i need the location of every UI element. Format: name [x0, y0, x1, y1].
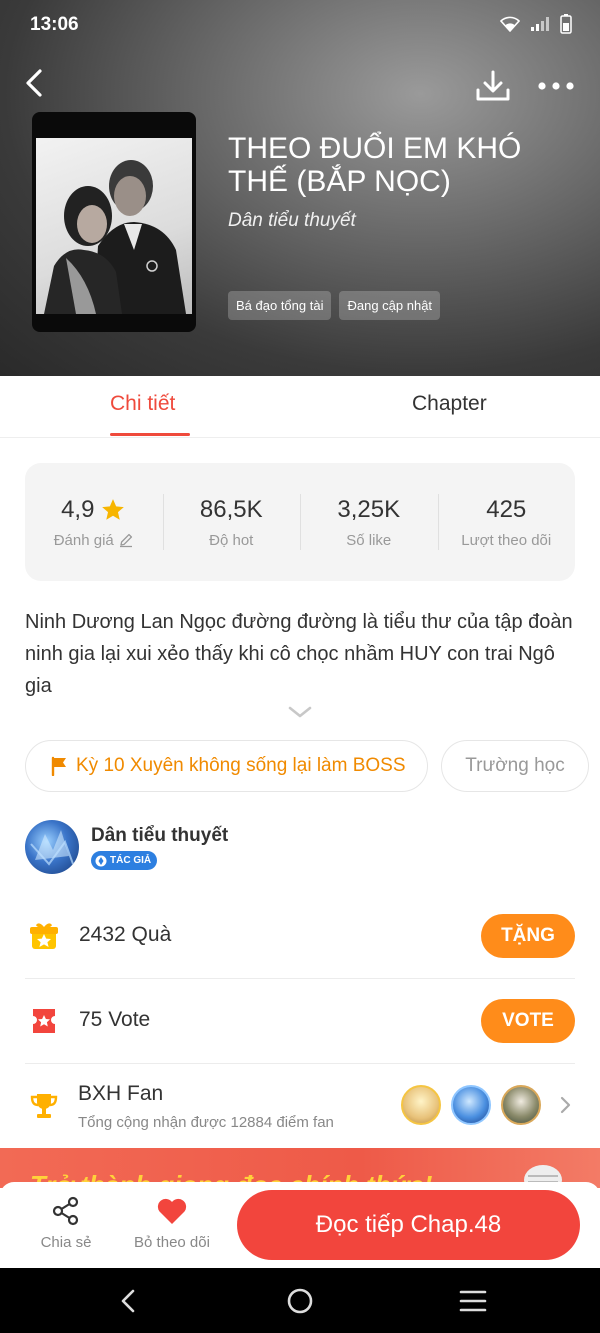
battery-icon [560, 14, 572, 34]
fan-avatar [501, 1085, 541, 1125]
stat-follows: 425 Lượt theo dõi [437, 463, 576, 581]
unfollow-button[interactable]: Bỏ theo dõi [128, 1196, 216, 1251]
stat-likes: 3,25K Số like [300, 463, 438, 581]
unfollow-label: Bỏ theo dõi [134, 1234, 210, 1251]
rating-value: 4,9 [61, 495, 95, 523]
vote-ticket-icon [33, 1009, 55, 1033]
detail-tabs: Chi tiết Chapter [0, 376, 600, 438]
hot-value: 86,5K [199, 495, 263, 523]
school-chip[interactable]: Trường học [441, 740, 589, 792]
tab-detail[interactable]: Chi tiết [110, 392, 175, 416]
expand-chevron-icon[interactable] [286, 702, 314, 722]
rating-label: Đánh giá [53, 531, 114, 549]
genre-tags: Bá đạo tổng tài Đang cập nhật [228, 291, 441, 320]
book-title: THEO ĐUỔI EM KHÓ THẾ (BẮP NỌC) [228, 132, 522, 198]
active-tab-indicator [110, 433, 190, 436]
event-chip[interactable]: Kỳ 10 Xuyên không sống lại làm BOSS [25, 740, 428, 792]
gift-box-icon [30, 923, 58, 949]
status-bar: 13:06 [0, 0, 600, 52]
nav-back-icon[interactable] [114, 1286, 144, 1316]
author-badge: TÁC GIẢ [91, 851, 158, 870]
back-arrow-icon[interactable] [20, 66, 52, 100]
author-section[interactable]: Dân tiểu thuyết TÁC GIẢ [25, 820, 575, 876]
nav-home-icon[interactable] [285, 1286, 315, 1316]
bottom-action-bar: Chia sẻ Bỏ theo dõi Đọc tiếp Chap.48 [0, 1182, 600, 1268]
system-nav-bar [0, 1268, 600, 1333]
download-icon[interactable] [474, 68, 512, 104]
cover-image [36, 138, 192, 314]
trophy-icon [30, 1094, 58, 1118]
status-icons [500, 14, 572, 34]
follows-label: Lượt theo dõi [461, 531, 552, 549]
star-icon [102, 498, 125, 520]
vote-count: 75 Vote [79, 1008, 151, 1031]
book-description: Ninh Dương Lan Ngọc đường đường là tiểu … [25, 611, 573, 697]
stat-hot: 86,5K Độ hot [162, 463, 301, 581]
signal-icon [531, 17, 549, 31]
gift-count: 2432 Quà [79, 923, 172, 946]
stat-rating[interactable]: 4,9 Đánh giá [25, 463, 163, 581]
fan-ranking-title: BXH Fan [78, 1082, 164, 1105]
edit-pencil-icon[interactable] [118, 532, 134, 548]
top-fan-avatars[interactable] [401, 1083, 551, 1127]
book-cover[interactable] [32, 112, 196, 332]
vote-row: 75 Vote VOTE [25, 978, 575, 1064]
book-author[interactable]: Dân tiểu thuyết [228, 210, 356, 232]
genre-tag[interactable]: Bá đạo tổng tài [228, 291, 332, 320]
wifi-icon [500, 16, 520, 32]
more-dots-icon[interactable] [536, 74, 576, 98]
heart-icon [157, 1198, 187, 1224]
give-gift-button[interactable]: TẶNG [481, 914, 575, 958]
stats-card: 4,9 Đánh giá 86,5K Độ hot 3,25K Số like … [25, 463, 575, 581]
author-badge-icon [95, 855, 107, 866]
follows-value: 425 [486, 495, 527, 523]
chevron-right-icon[interactable] [559, 1094, 573, 1116]
hot-label: Độ hot [209, 531, 254, 549]
share-button[interactable]: Chia sẻ [36, 1196, 96, 1251]
book-header: 13:06 THEO ĐUỔI EM KHÓ THẾ (BẮP NỌC) Dân… [0, 0, 600, 376]
event-chip-label: Kỳ 10 Xuyên không sống lại làm BOSS [76, 755, 406, 776]
fan-avatar [451, 1085, 491, 1125]
share-icon [52, 1196, 79, 1226]
fan-avatar [401, 1085, 441, 1125]
author-name[interactable]: Dân tiểu thuyết [91, 825, 228, 847]
school-chip-label: Trường học [465, 755, 565, 776]
fan-points-subtitle: Tổng cộng nhận được 12884 điểm fan [78, 1114, 334, 1131]
status-tag: Đang cập nhật [339, 291, 441, 320]
likes-label: Số like [346, 531, 392, 549]
continue-reading-button[interactable]: Đọc tiếp Chap.48 [237, 1190, 580, 1260]
flag-icon [51, 756, 66, 776]
tab-chapter[interactable]: Chapter [412, 392, 487, 416]
nav-menu-icon[interactable] [458, 1286, 488, 1316]
gift-row: 2432 Quà TẶNG [25, 893, 575, 979]
status-time: 13:06 [30, 14, 79, 35]
fan-ranking-row[interactable]: BXH Fan Tổng cộng nhận được 12884 điểm f… [25, 1063, 575, 1149]
author-badge-label: TÁC GIẢ [110, 855, 152, 866]
vote-button[interactable]: VOTE [481, 999, 575, 1043]
likes-value: 3,25K [337, 495, 401, 523]
author-avatar[interactable] [25, 820, 79, 874]
share-label: Chia sẻ [40, 1234, 92, 1251]
